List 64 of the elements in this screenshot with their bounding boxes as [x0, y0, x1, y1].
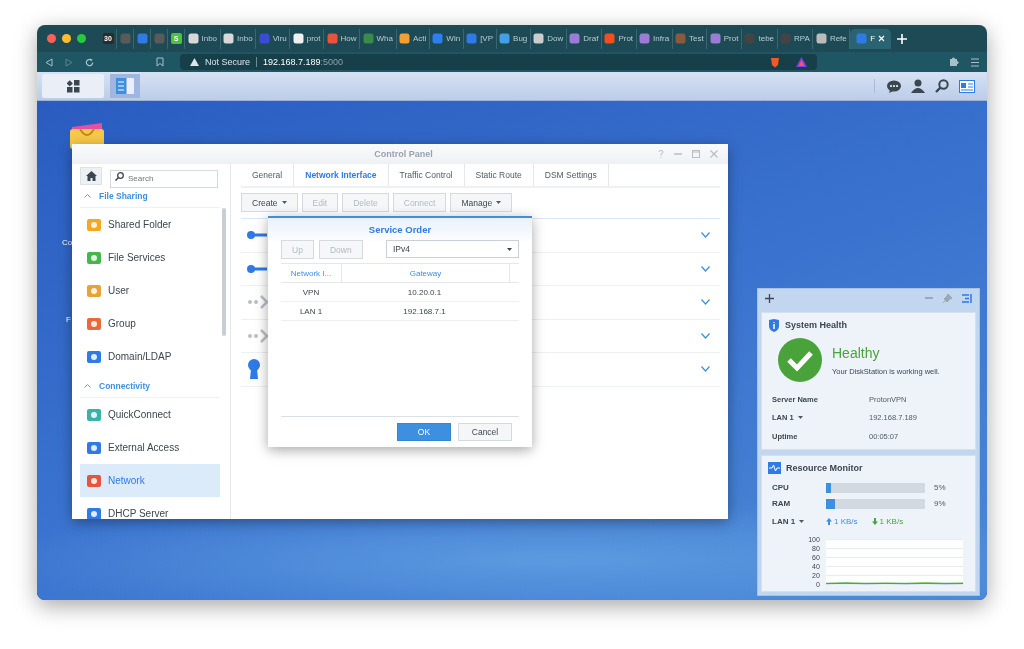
tab[interactable]: Network Interface — [294, 164, 389, 186]
search-field[interactable]: Search — [110, 169, 218, 188]
section-header[interactable]: File Sharing — [80, 185, 220, 208]
sidebar-item[interactable]: External Access — [80, 431, 220, 464]
sidebar-item[interactable]: File Services — [80, 241, 220, 274]
toolbar-button[interactable]: Create — [241, 193, 298, 212]
sidebar-item[interactable]: Network — [80, 464, 220, 497]
browser-tab[interactable]: Inbo — [185, 28, 221, 49]
address-bar[interactable]: Not Secure 192.168.7.189:5000 — [180, 54, 817, 70]
meter-reading: 9% — [934, 499, 946, 508]
protocol-dropdown[interactable]: IPv4 — [386, 240, 519, 258]
browser-tab[interactable]: Prot — [601, 28, 637, 49]
section-header[interactable]: Connectivity — [80, 375, 220, 398]
browser-tab[interactable]: Inbo — [220, 28, 257, 49]
browser-tab[interactable]: prot — [290, 28, 325, 49]
tab[interactable]: DSM Settings — [533, 164, 609, 186]
browser-tab[interactable]: tebe — [741, 28, 778, 49]
browser-tab[interactable]: Bug — [496, 28, 531, 49]
table-cell-text: VPN — [301, 286, 321, 299]
meter-reading: 5% — [934, 483, 946, 492]
sidebar-item[interactable]: QuickConnect — [80, 398, 220, 431]
download-rate: 1 KB/s — [879, 517, 904, 526]
tab[interactable]: Traffic Control — [388, 164, 465, 186]
table-cell-text: LAN 1 — [298, 305, 324, 318]
browser-tab[interactable]: F — [850, 28, 892, 49]
health-status: Healthy — [832, 344, 881, 361]
browser-tab[interactable]: Draf — [566, 28, 602, 49]
table-cell-text: 192.168.7.1 — [402, 305, 447, 318]
window-title: Control Panel — [374, 149, 433, 159]
sidebar-item[interactable]: Domain/LDAP — [80, 340, 220, 373]
browser-tab[interactable]: RPA — [777, 28, 814, 49]
dialog-title: Service Order — [367, 222, 433, 237]
card-title: Resource Monitor — [786, 462, 863, 473]
browser-tab[interactable]: How — [324, 28, 361, 49]
desktop-icon-label[interactable]: Co — [62, 238, 73, 247]
column-header[interactable]: Network I... — [281, 264, 342, 282]
browser-tab[interactable]: Test — [672, 28, 708, 49]
upload-rate: 1 KB/s — [834, 517, 858, 526]
security-label: Not Secure — [205, 57, 251, 67]
browser-tab[interactable]: Win — [429, 28, 464, 49]
card-title: System Health — [785, 320, 848, 330]
dismiss-button[interactable]: Cancel — [458, 423, 512, 441]
tab[interactable]: General — [241, 164, 295, 186]
browser-tab[interactable]: Acti — [396, 28, 430, 49]
meter-label: LAN 1 — [772, 517, 796, 526]
browser-tab[interactable]: Infra — [636, 28, 673, 49]
browser-tab[interactable]: Wha — [360, 28, 397, 49]
sidebar-item[interactable]: DHCP Server — [80, 497, 220, 519]
toolbar-button[interactable]: Manage — [450, 193, 513, 212]
meter-label: RAM — [772, 499, 792, 508]
column-header[interactable]: Gateway — [342, 264, 510, 282]
confirm-button[interactable]: OK — [397, 423, 451, 441]
table-cell-text: 10.20.0.1 — [406, 286, 443, 299]
sidebar-item[interactable]: User — [80, 274, 220, 307]
tab[interactable]: Static Route — [464, 164, 534, 186]
browser-tab[interactable]: Dow — [530, 28, 567, 49]
browser-tab[interactable]: Prot — [707, 28, 742, 49]
sidebar-item[interactable]: Shared Folder — [80, 208, 220, 241]
sidebar-item[interactable]: Group — [80, 307, 220, 340]
browser-tab[interactable]: [VP — [463, 28, 497, 49]
browser-tab[interactable]: Viru — [256, 28, 291, 49]
desktop-icon-label[interactable]: F — [66, 315, 71, 324]
meter-label: CPU — [772, 483, 790, 492]
url-text: 192.168.7.189:5000 — [263, 57, 344, 67]
